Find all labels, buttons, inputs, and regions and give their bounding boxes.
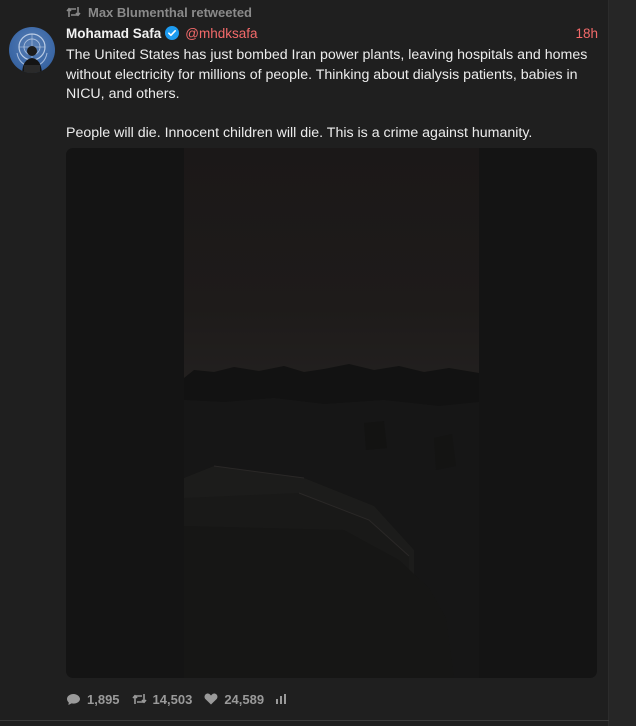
scrollbar[interactable] (608, 0, 636, 726)
tweet-header: Mohamad Safa @mhdksafa 18h (66, 24, 598, 42)
tweet-stats: 1,895 14,503 24,589 (66, 690, 298, 708)
retweet-context[interactable]: Max Blumenthal retweeted (66, 4, 252, 20)
retweet-icon (66, 6, 81, 18)
retweet-stat[interactable]: 14,503 (131, 691, 193, 707)
author-name[interactable]: Mohamad Safa (66, 26, 161, 41)
divider (0, 720, 609, 721)
tweet-timestamp[interactable]: 18h (575, 26, 598, 41)
bar-chart-icon (276, 694, 287, 704)
reply-stat[interactable]: 1,895 (66, 692, 120, 707)
author-handle[interactable]: @mhdksafa (185, 26, 257, 41)
retweet-icon (131, 693, 147, 705)
heart-icon (204, 693, 218, 705)
verified-badge-icon (165, 26, 180, 40)
analytics-stat[interactable] (276, 694, 287, 704)
like-stat[interactable]: 24,589 (204, 692, 264, 707)
reply-icon (66, 693, 81, 706)
like-count: 24,589 (224, 691, 265, 707)
avatar[interactable] (9, 27, 55, 73)
video-player[interactable] (66, 148, 597, 678)
tweet-paragraph: The United States has just bombed Iran p… (66, 47, 588, 102)
reply-count: 1,895 (87, 691, 120, 707)
tweet-text: The United States has just bombed Iran p… (66, 46, 606, 144)
retweeted-by-label: Max Blumenthal retweeted (88, 4, 252, 20)
tweet-paragraph: People will die. Innocent children will … (66, 125, 533, 141)
video-frame[interactable] (184, 148, 479, 678)
retweet-count: 14,503 (152, 691, 193, 707)
